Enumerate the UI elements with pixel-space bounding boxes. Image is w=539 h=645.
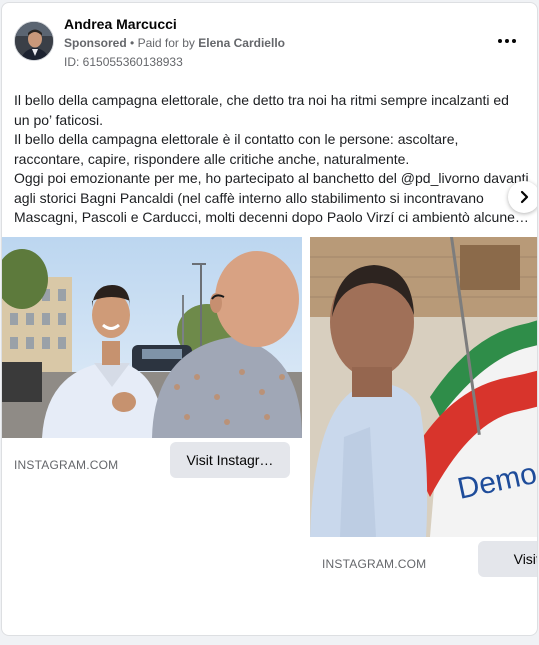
paid-for-name[interactable]: Elena Cardiello <box>198 36 285 50</box>
ad-id: ID: 615055360138933 <box>64 55 183 69</box>
sponsorship-line: Sponsored • Paid for by Elena Cardiello <box>64 36 285 50</box>
chevron-right-icon <box>520 190 529 204</box>
sponsored-label: Sponsored <box>64 36 127 50</box>
carousel-image[interactable] <box>2 237 302 438</box>
author-name[interactable]: Andrea Marcucci <box>64 16 177 32</box>
separator-dot: • <box>130 36 138 50</box>
paid-for-prefix: Paid for by <box>137 36 195 50</box>
visit-instagram-button[interactable]: Visit Instagr… <box>170 442 290 478</box>
body-line: un po’ faticosi. <box>14 111 103 128</box>
carousel-card[interactable]: Democ INSTAGRAM.COM Visit <box>310 237 537 585</box>
ad-card: Andrea Marcucci Sponsored • Paid for by … <box>1 2 538 636</box>
visit-instagram-button[interactable]: Visit Ins <box>478 541 537 577</box>
carousel-image[interactable]: Democ <box>310 237 537 537</box>
post-body: Il bello della campagna elettorale, che … <box>14 91 529 228</box>
author-avatar[interactable] <box>14 21 54 61</box>
carousel-next-button[interactable] <box>508 181 537 213</box>
body-line: Mascagni, Pascoli e Carducci, molti dece… <box>14 209 529 225</box>
carousel-card-footer: INSTAGRAM.COM Visit Ins <box>310 537 537 585</box>
body-line: raccontare, capire, rispondere alle crit… <box>14 150 410 167</box>
media-carousel: INSTAGRAM.COM Visit Instagr… Democ INSTA… <box>2 237 537 587</box>
carousel-card[interactable]: INSTAGRAM.COM Visit Instagr… <box>2 237 302 486</box>
body-line: Il bello della campagna elettorale è il … <box>14 131 459 147</box>
body-line: agli storici Bagni Pancaldi (nel caffè i… <box>14 189 484 206</box>
link-domain: INSTAGRAM.COM <box>14 458 119 472</box>
more-options-button[interactable] <box>493 31 521 51</box>
carousel-card-footer: INSTAGRAM.COM Visit Instagr… <box>2 438 302 486</box>
more-horizontal-icon <box>498 39 502 43</box>
link-domain: INSTAGRAM.COM <box>322 557 427 571</box>
body-line: Oggi poi emozionante per me, ho partecip… <box>14 170 529 186</box>
body-line: Il bello della campagna elettorale, che … <box>14 92 509 108</box>
